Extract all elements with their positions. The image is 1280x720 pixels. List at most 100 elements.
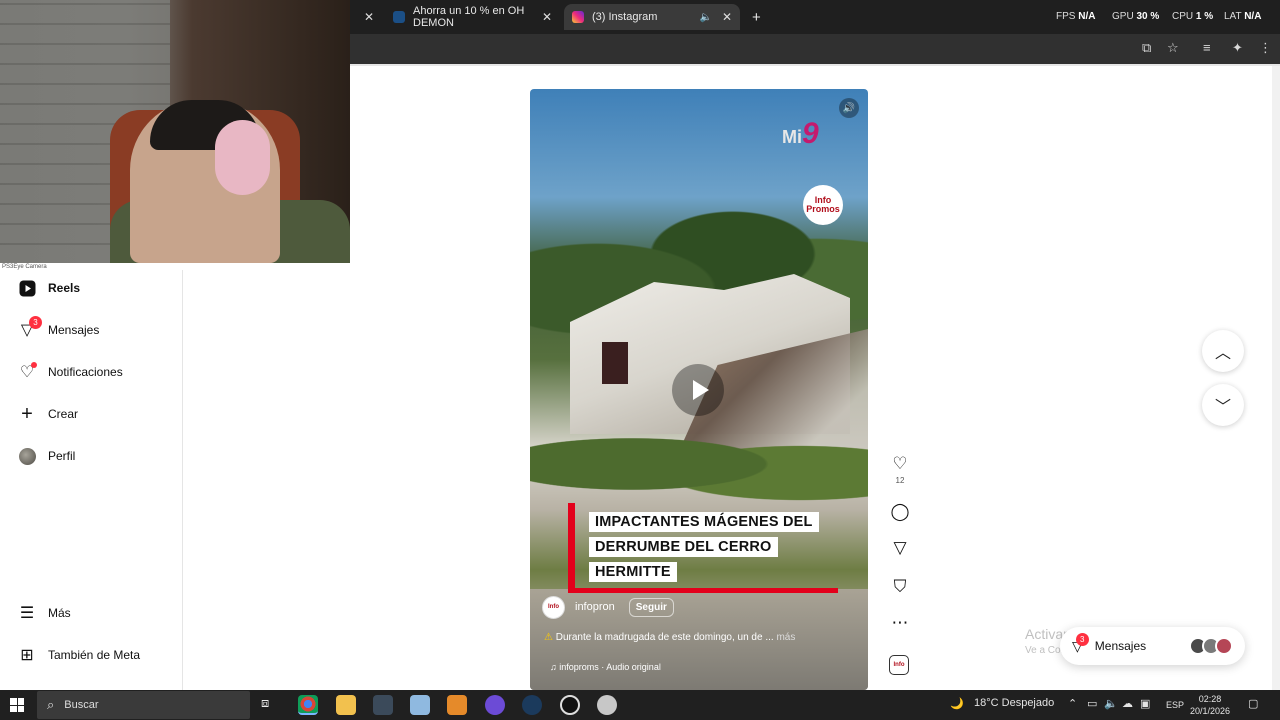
reels-icon (18, 279, 36, 297)
media-control-icon[interactable]: ≡ (1203, 40, 1211, 55)
tab-audio-icon[interactable]: 🔈 (699, 12, 711, 23)
new-tab-button[interactable]: + (744, 4, 769, 30)
perf-lat: LAT N/A (1224, 11, 1262, 22)
sidebar-item-messages[interactable]: ▽ 3 Mensajes (18, 316, 99, 342)
task-view-icon[interactable]: ⧈ (261, 695, 281, 715)
more-link[interactable]: más (776, 632, 795, 643)
tab-steam[interactable]: Ahorra un 10 % en OH DEMON ✕ (385, 4, 560, 30)
extensions-icon[interactable]: ✦ (1232, 40, 1243, 56)
volume-button[interactable]: 🔊 (839, 98, 859, 118)
volume-icon[interactable]: 🔈 (1104, 697, 1118, 710)
perf-gpu: GPU 30 % (1112, 11, 1160, 22)
audio-thumbnail[interactable]: Info (889, 655, 909, 675)
ellipsis-icon: ⋯ (891, 613, 909, 632)
play-button[interactable] (672, 364, 724, 416)
sidebar-item-more[interactable]: ☰ Más (18, 601, 71, 625)
app-icon[interactable] (447, 695, 467, 715)
perf-fps: FPS N/A (1056, 11, 1096, 22)
tab-partial[interactable]: ✕ (352, 4, 382, 30)
heart-icon: ♡ (892, 454, 908, 473)
steam-icon[interactable] (522, 695, 542, 715)
sidebar-item-label: Perfil (48, 449, 76, 463)
windows-start-icon[interactable] (10, 698, 24, 712)
folder-icon[interactable] (336, 695, 356, 715)
plus-icon: + (21, 402, 33, 425)
messenger-icon: ▽ 3 (1072, 632, 1089, 655)
install-app-icon[interactable]: ⧉ (1142, 40, 1151, 56)
more-options-button[interactable]: ⋯ (889, 613, 911, 633)
sidebar-item-notifications[interactable]: ♡ Notificaciones (18, 360, 123, 384)
share-button[interactable]: ▽ (889, 538, 911, 558)
audio-row[interactable]: ♫ infoproms · Audio original (550, 662, 661, 672)
like-button[interactable]: ♡ 12 (889, 454, 911, 485)
video-grass (530, 419, 868, 509)
follow-button[interactable]: Seguir (628, 597, 674, 617)
bookmark-star-icon[interactable]: ☆ (1167, 40, 1179, 56)
chevron-down-icon: ﹀ (1214, 399, 1231, 416)
info-promos-logo: Info Promos (803, 185, 843, 225)
music-note-icon: ♫ (550, 662, 557, 672)
sidebar-item-also-from-meta[interactable]: ⊞ También de Meta (18, 643, 140, 667)
author-name[interactable]: infopron (575, 601, 615, 613)
previous-reel-button[interactable]: ︿ (1202, 330, 1244, 372)
messages-badge: 3 (1075, 632, 1089, 646)
video-window (602, 342, 628, 384)
chevron-up-icon[interactable]: ⌃ (1068, 697, 1077, 710)
save-button[interactable]: ⛉ (889, 577, 911, 597)
page-scrollbar[interactable] (1272, 66, 1280, 690)
taskbar-clock[interactable]: 02:28 20/1/2026 (1190, 693, 1230, 717)
avatar-stack (1189, 637, 1233, 655)
sidebar-item-profile[interactable]: Perfil (18, 444, 75, 468)
notifications-icon[interactable]: ▢ (1248, 697, 1258, 710)
messages-pill-label: Mensajes (1094, 639, 1147, 653)
author-avatar[interactable]: Info (542, 595, 565, 619)
sidebar-item-label: También de Meta (48, 648, 141, 662)
messages-badge: 3 (29, 316, 42, 329)
messenger-icon: ▽ 3 (18, 316, 42, 339)
weather-icon[interactable]: 🌙 (950, 697, 964, 710)
sidebar-item-create[interactable]: + Crear (18, 402, 78, 426)
network-icon[interactable]: ▭ (1087, 697, 1097, 710)
tab-title: Ahorra un 10 % en OH DEMON (413, 5, 525, 29)
caption-card: IMPACTANTES MÁGENES DEL DERRUMBE DEL CER… (568, 503, 838, 593)
obs-icon[interactable] (560, 695, 580, 715)
language-indicator[interactable]: ESP (1166, 700, 1184, 710)
close-icon[interactable]: ✕ (364, 10, 374, 24)
close-icon[interactable]: ✕ (542, 10, 552, 24)
chrome-icon[interactable] (298, 695, 318, 715)
sidebar-item-label: Crear (48, 407, 79, 421)
close-icon[interactable]: ✕ (722, 10, 732, 24)
reel-video[interactable]: 🔊 Mi9 Info Promos IMPACTANTES MÁGENES DE… (530, 89, 868, 690)
cloud-icon[interactable]: ☁ (1122, 697, 1133, 710)
caption-line: HERMITTE (589, 562, 677, 582)
browser-menu-icon[interactable]: ⋮ (1259, 40, 1272, 56)
avatar (18, 447, 36, 465)
bookmark-icon: ⛉ (893, 577, 907, 596)
next-reel-button[interactable]: ﹀ (1202, 384, 1244, 426)
notepad-icon[interactable] (410, 695, 430, 715)
tab-instagram[interactable]: (3) Instagram 🔈 ✕ (564, 4, 740, 30)
weather-text[interactable]: 18°C Despejado (974, 697, 1054, 709)
reel-description[interactable]: ⚠ Durante la madrugada de este domingo, … (544, 632, 795, 643)
meta-grid-icon: ⊞ (20, 647, 34, 664)
messages-pill[interactable]: ▽ 3 Mensajes (1060, 627, 1245, 665)
settings-gear-icon[interactable] (597, 695, 617, 715)
terminal-icon[interactable] (373, 695, 393, 715)
taskbar-search[interactable]: ⌕ Buscar (37, 691, 250, 719)
comment-button[interactable]: ◯ (889, 502, 911, 522)
instagram-icon (572, 11, 584, 23)
discord-icon[interactable] (485, 695, 505, 715)
sidebar-item-reels[interactable]: Reels (18, 276, 80, 300)
menu-icon: ☰ (19, 605, 35, 622)
page-top-border (350, 64, 1280, 66)
author-row: Info infopron Seguir (542, 595, 674, 619)
sidebar-item-label: Reels (48, 281, 81, 295)
sidebar-item-label: Más (48, 606, 71, 620)
caption-line: IMPACTANTES MÁGENES DEL (589, 512, 819, 532)
avatar (1215, 637, 1233, 655)
tray-icon[interactable]: ▣ (1140, 697, 1150, 710)
chevron-up-icon: ︿ (1214, 345, 1231, 362)
caption-line: DERRUMBE DEL CERRO (589, 537, 778, 557)
webcam-overlay (0, 0, 350, 263)
warning-icon: ⚠ (544, 632, 553, 643)
